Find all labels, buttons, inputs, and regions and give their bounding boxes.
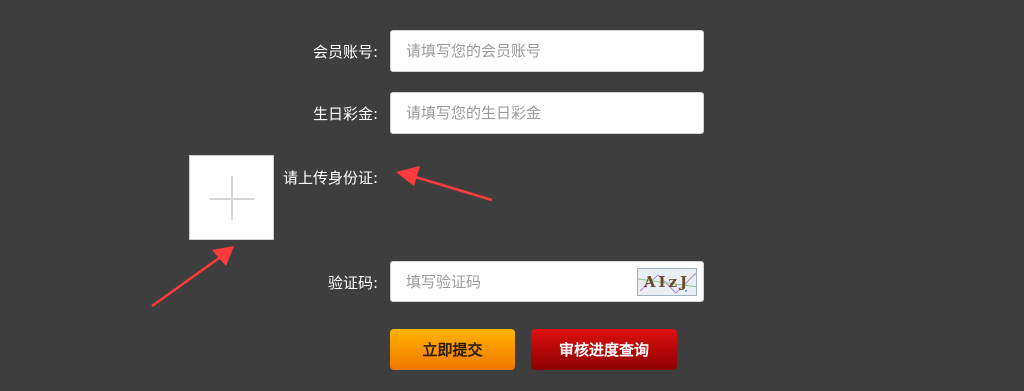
captcha-label: 验证码: <box>327 274 378 292</box>
captcha-image[interactable]: AIzJ <box>637 268 697 296</box>
query-progress-button[interactable]: 审核进度查询 <box>531 329 677 370</box>
arrow-to-upload-label <box>396 166 493 202</box>
arrow-to-upload-box <box>151 246 234 308</box>
captcha-text: AIzJ <box>643 273 691 291</box>
account-input[interactable] <box>391 31 703 71</box>
bonus-label: 生日彩金: <box>312 105 378 123</box>
account-field-box <box>390 30 704 72</box>
account-label: 会员账号: <box>312 43 378 61</box>
id-upload-box[interactable] <box>189 155 274 240</box>
captcha-field-box: AIzJ <box>390 261 704 302</box>
id-upload-label: 请上传身份证: <box>282 169 378 187</box>
submit-button[interactable]: 立即提交 <box>390 329 515 370</box>
bonus-input[interactable] <box>391 93 703 133</box>
bonus-field-box <box>390 92 704 134</box>
